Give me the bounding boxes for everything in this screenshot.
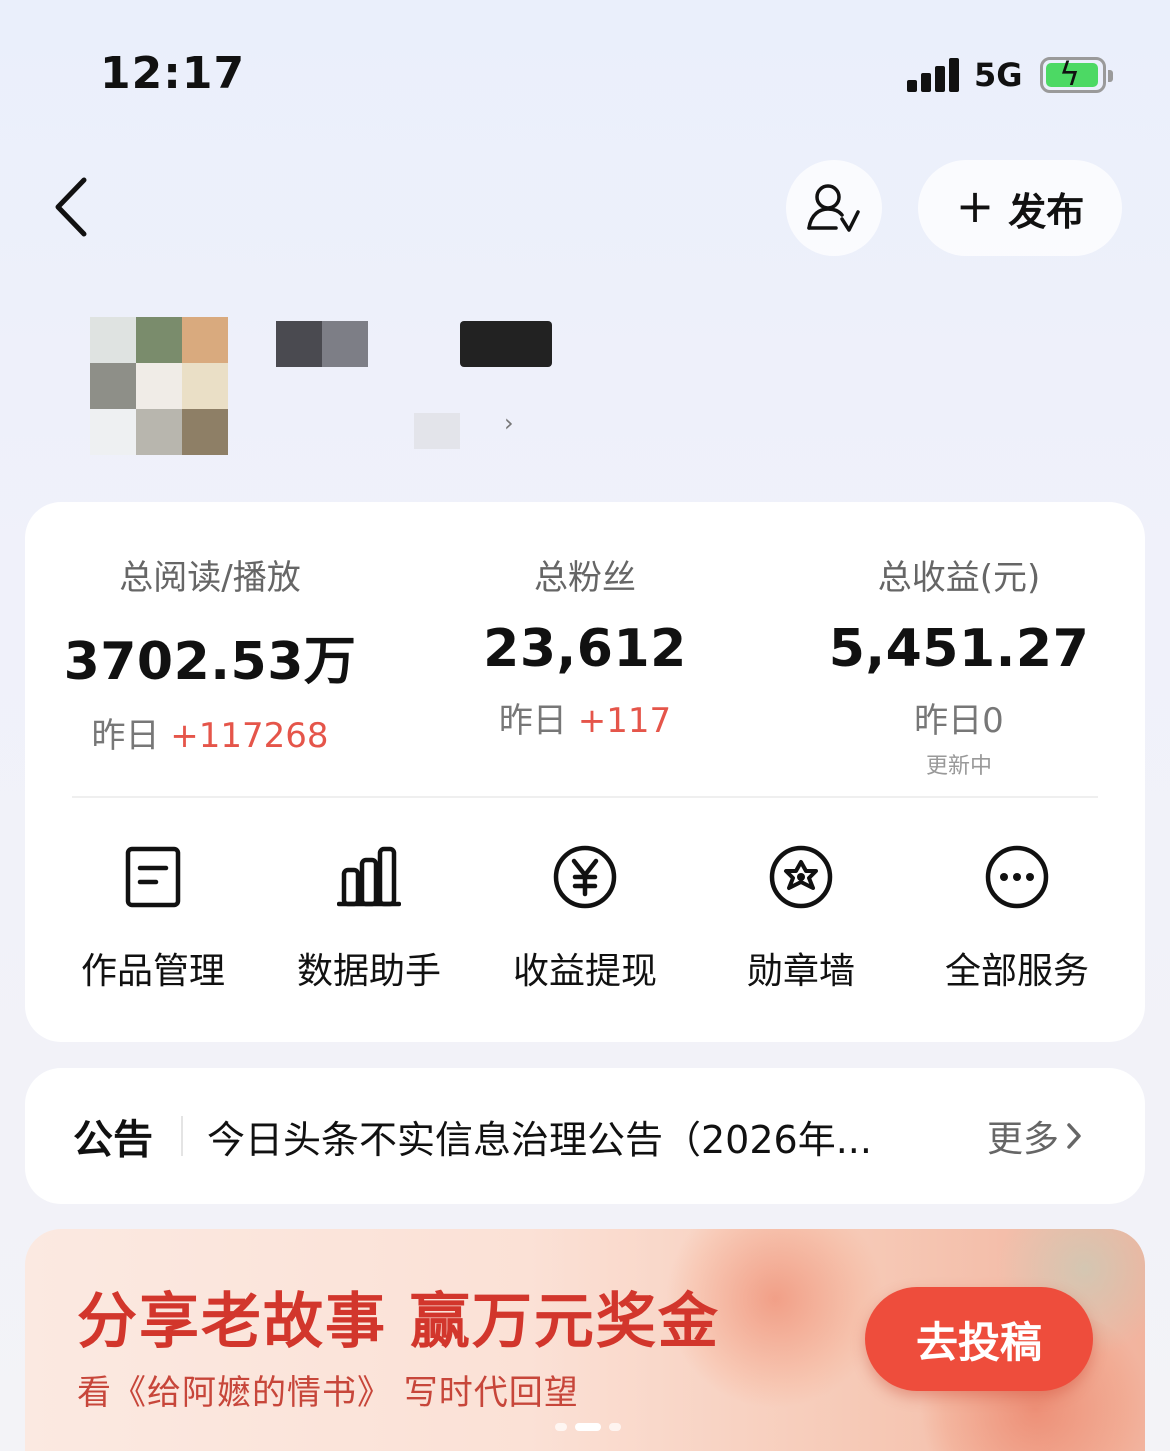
service-works-management[interactable]: 作品管理: [53, 832, 253, 1002]
banner-title: 分享老故事 赢万元奖金: [77, 1287, 720, 1357]
service-all-services[interactable]: 全部服务: [917, 832, 1117, 1002]
divider: [72, 796, 1098, 798]
avatar[interactable]: [90, 317, 230, 460]
profile-subtitle-blurred: [414, 413, 460, 449]
service-earnings-withdraw[interactable]: 收益提现: [485, 832, 685, 1002]
chevron-right-icon: ›: [504, 409, 514, 437]
notice-divider: [181, 1116, 183, 1156]
promo-banner[interactable]: 分享老故事 赢万元奖金 看《给阿嬷的情书》 写时代回望 去投稿: [25, 1229, 1145, 1451]
chevron-left-icon: [55, 177, 87, 237]
carousel-indicator: [555, 1423, 621, 1431]
service-data-assistant[interactable]: 数据助手: [269, 832, 469, 1002]
submit-button[interactable]: 去投稿: [865, 1287, 1093, 1391]
status-time: 12:17: [100, 48, 246, 99]
service-label: 作品管理: [80, 951, 225, 992]
stat-value: 5,451.27: [828, 619, 1090, 679]
more-icon: [985, 845, 1049, 909]
username-blurred-part: [460, 321, 552, 367]
signal-icon: [907, 58, 959, 92]
user-check-icon: [807, 184, 860, 232]
stat-total-earnings[interactable]: 总收益(元) 5,451.27 昨日0 更新中: [779, 550, 1139, 780]
publish-label: 发布: [1008, 189, 1085, 234]
service-label: 全部服务: [944, 951, 1089, 992]
stat-delta: 昨日 +117268: [91, 716, 329, 756]
chevron-right-icon: [1067, 1123, 1081, 1149]
bar-chart-icon: [337, 846, 401, 907]
banner-subtitle: 看《给阿嬷的情书》 写时代回望: [77, 1373, 579, 1413]
publish-button[interactable]: + 发布: [918, 160, 1122, 256]
stat-total-fans[interactable]: 总粉丝 23,612 昨日 +117: [405, 550, 765, 742]
username-blurred: [276, 321, 368, 367]
service-label: 勋章墙: [746, 951, 855, 992]
stat-total-reads[interactable]: 总阅读/播放 3702.53万 昨日 +117268: [30, 550, 390, 757]
service-label: 收益提现: [512, 951, 657, 992]
stat-label: 总粉丝: [534, 558, 636, 598]
stat-label: 总收益(元): [877, 558, 1041, 598]
profile-header[interactable]: ›: [90, 285, 570, 465]
battery-icon: ϟ: [1040, 56, 1113, 93]
notice-tag: 公告: [73, 1117, 153, 1163]
stat-value: 3702.53万: [63, 632, 357, 692]
status-bar: 12:17 5G ϟ: [0, 0, 1170, 150]
stat-value: 23,612: [483, 619, 687, 679]
notice-bar[interactable]: 公告 今日头条不实信息治理公告（2026年... 更多: [25, 1068, 1145, 1204]
notice-more-label: 更多: [987, 1119, 1060, 1160]
medal-icon: [769, 845, 833, 909]
stat-delta: 昨日0: [914, 701, 1004, 741]
back-button[interactable]: [44, 170, 114, 245]
stat-updating-note: 更新中: [925, 754, 992, 779]
stat-label: 总阅读/播放: [119, 558, 301, 598]
service-grid: 作品管理 数据助手 收益提现 勋章墙 全部服务: [25, 832, 1145, 1002]
stat-delta: 昨日 +117: [498, 701, 672, 741]
service-label: 数据助手: [296, 951, 441, 992]
service-medal-wall[interactable]: 勋章墙: [701, 832, 901, 1002]
yuan-icon: [553, 845, 617, 909]
network-type: 5G: [974, 56, 1023, 94]
notice-text[interactable]: 今日头条不实信息治理公告（2026年...: [207, 1109, 927, 1164]
follow-management-button[interactable]: [786, 160, 882, 256]
document-icon: [125, 846, 181, 908]
stats-card: 总阅读/播放 3702.53万 昨日 +117268 总粉丝 23,612 昨日…: [25, 502, 1145, 1042]
plus-icon: +: [955, 179, 995, 233]
notice-more-link[interactable]: 更多: [987, 1110, 1083, 1162]
